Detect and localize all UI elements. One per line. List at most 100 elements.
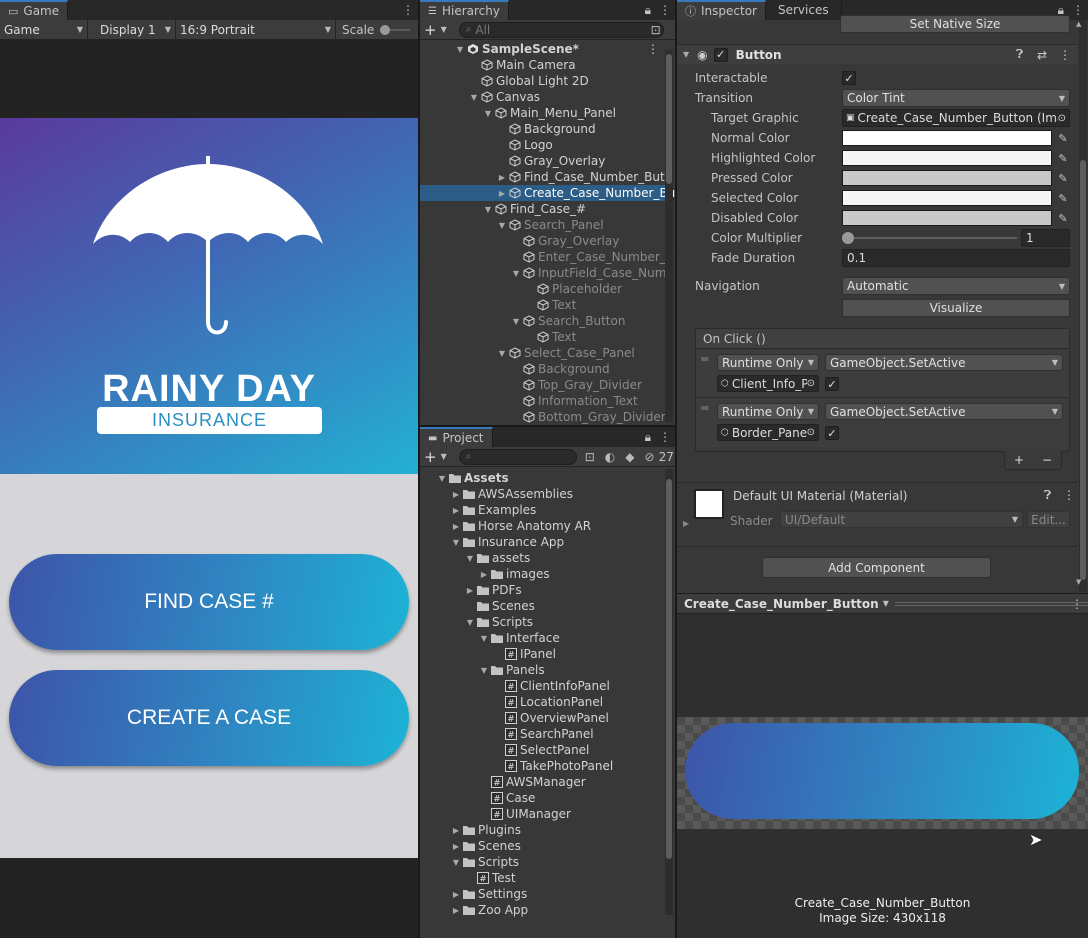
collapsed-arrow-icon[interactable]: ▶ <box>450 522 462 531</box>
fade-duration-input[interactable]: 0.1 <box>842 249 1070 267</box>
tab-game[interactable]: ▭ Game <box>0 0 69 20</box>
selected-color-swatch[interactable] <box>842 190 1052 206</box>
project-item[interactable]: ▼ assets <box>420 550 665 566</box>
interactable-checkbox[interactable]: ✓ <box>842 71 856 85</box>
project-item[interactable]: # IPanel <box>420 646 665 662</box>
hidden-packages-icon[interactable]: ⊘ <box>645 450 655 464</box>
lock-icon[interactable]: 🔒︎ <box>645 430 651 445</box>
drag-handle-icon[interactable]: ═ <box>701 352 708 366</box>
hierarchy-item[interactable]: Background <box>420 121 665 137</box>
expanded-arrow-icon[interactable]: ▼ <box>496 221 508 230</box>
event2-value-checkbox[interactable]: ✓ <box>825 426 839 440</box>
collapsed-arrow-icon[interactable]: ▶ <box>478 570 490 579</box>
shader-dropdown[interactable]: UI/Default ▼ <box>780 511 1023 528</box>
eyedropper-icon[interactable]: ✎ <box>1055 150 1071 166</box>
project-search-input[interactable]: ⌕ <box>458 448 577 465</box>
event1-function-dropdown[interactable]: GameObject.SetActive ▼ <box>825 354 1063 371</box>
expanded-arrow-icon[interactable]: ▼ <box>450 538 462 547</box>
expanded-arrow-icon[interactable]: ▼ <box>496 349 508 358</box>
project-item[interactable]: # LocationPanel <box>420 694 665 710</box>
highlighted-color-swatch[interactable] <box>842 150 1052 166</box>
project-scroll-thumb[interactable] <box>666 479 672 859</box>
target-graphic-field[interactable]: ▣ Create_Case_Number_Button (Imag ⊙ <box>842 109 1070 127</box>
hierarchy-item[interactable]: Logo <box>420 137 665 153</box>
chevron-down-icon[interactable]: ▼ <box>441 25 447 34</box>
hierarchy-item[interactable]: Placeholder <box>420 281 665 297</box>
navigation-dropdown[interactable]: Automatic ▼ <box>842 277 1070 295</box>
hierarchy-item[interactable]: Enter_Case_Number_T <box>420 249 673 265</box>
project-scrollbar[interactable] <box>665 469 673 915</box>
help-icon[interactable]: ❓︎ <box>1016 47 1023 62</box>
color-multiplier-input[interactable]: 1 <box>1021 229 1070 247</box>
project-item[interactable]: ▶ PDFs <box>420 582 665 598</box>
project-item[interactable]: ▶ Plugins <box>420 822 665 838</box>
shader-edit-button[interactable]: Edit... <box>1027 511 1070 528</box>
color-multiplier-slider[interactable] <box>842 232 1017 244</box>
expanded-arrow-icon[interactable]: ▼ <box>464 618 476 627</box>
project-item[interactable]: # OverviewPanel <box>420 710 665 726</box>
collapsed-arrow-icon[interactable]: ▶ <box>450 906 462 915</box>
foldout-arrow-icon[interactable]: ▼ <box>683 50 689 59</box>
project-item[interactable]: # Test <box>420 870 665 886</box>
hierarchy-item[interactable]: Top_Gray_Divider <box>420 377 665 393</box>
hierarchy-item[interactable]: Gray_Overlay <box>420 233 665 249</box>
scale-control[interactable]: Scale <box>336 23 411 37</box>
collapsed-arrow-icon[interactable]: ▶ <box>496 173 508 182</box>
component-menu-icon[interactable]: ⋮ <box>1059 48 1071 62</box>
hierarchy-item[interactable]: ▼ InputField_Case_Numl <box>420 265 670 281</box>
search-by-type-icon[interactable]: ⊡ <box>585 450 595 464</box>
project-item[interactable]: ▼ Scripts <box>420 854 665 870</box>
eyedropper-icon[interactable]: ✎ <box>1055 130 1071 146</box>
label-icon[interactable]: ◆ <box>625 450 634 464</box>
hierarchy-scrollbar[interactable] <box>665 50 673 422</box>
collapsed-arrow-icon[interactable]: ▶ <box>450 826 462 835</box>
hierarchy-item[interactable]: ▼ Search_Panel <box>420 217 665 233</box>
hierarchy-item[interactable]: Information_Text <box>420 393 665 409</box>
expanded-arrow-icon[interactable]: ▼ <box>478 634 490 643</box>
project-item[interactable]: ▼ Scripts <box>420 614 665 630</box>
game-mode-dropdown[interactable]: Game ▼ <box>0 19 88 40</box>
remove-event-icon[interactable]: − <box>1042 453 1052 467</box>
button-component-header[interactable]: ▼ ◉ ✓ Button ❓︎ ⇄ ⋮ <box>677 44 1077 64</box>
hierarchy-item[interactable]: ▼ Canvas <box>420 89 665 105</box>
drag-handle-icon[interactable]: ═ <box>701 401 708 415</box>
scale-slider-thumb[interactable] <box>380 24 391 35</box>
expanded-arrow-icon[interactable]: ▼ <box>454 45 466 54</box>
collapsed-arrow-icon[interactable]: ▶ <box>450 506 462 515</box>
preset-icon[interactable]: ⇄ <box>1037 48 1047 62</box>
object-picker-icon[interactable]: ⊙ <box>1058 113 1066 124</box>
preview-title[interactable]: Create_Case_Number_Button <box>684 597 879 611</box>
more-menu-icon[interactable]: ⋮ <box>659 430 671 444</box>
hierarchy-item[interactable]: ▼ Select_Case_Panel <box>420 345 665 361</box>
foldout-arrow-icon[interactable]: ▶ <box>683 519 689 528</box>
hierarchy-item[interactable]: ▶ Create_Case_Number_Bu <box>420 185 675 201</box>
project-item[interactable]: # AWSManager <box>420 774 665 790</box>
preview-drag-bar[interactable] <box>894 601 1088 606</box>
project-item[interactable]: ▶ Scenes <box>420 838 665 854</box>
expanded-arrow-icon[interactable]: ▼ <box>510 317 522 326</box>
project-item[interactable]: ▶ Zoo App <box>420 902 665 918</box>
hierarchy-item[interactable]: Text <box>420 297 665 313</box>
event2-mode-dropdown[interactable]: Runtime Only ▼ <box>717 403 819 420</box>
eyedropper-icon[interactable]: ✎ <box>1055 170 1071 186</box>
display-dropdown[interactable]: Display 1 ▼ <box>88 19 176 40</box>
hierarchy-item[interactable]: Global Light 2D <box>420 73 665 89</box>
project-item[interactable]: # UIManager <box>420 806 665 822</box>
collapsed-arrow-icon[interactable]: ▶ <box>450 890 462 899</box>
expanded-arrow-icon[interactable]: ▼ <box>464 554 476 563</box>
hierarchy-search-input[interactable]: ⌕ All ⊡ <box>458 21 664 38</box>
collapsed-arrow-icon[interactable]: ▶ <box>464 586 476 595</box>
expanded-arrow-icon[interactable]: ▼ <box>510 269 522 278</box>
project-item[interactable]: Scenes <box>420 598 665 614</box>
aspect-dropdown[interactable]: 16:9 Portrait ▼ <box>176 19 336 40</box>
scroll-up-icon[interactable]: ▲ <box>1076 20 1081 28</box>
event2-target-field[interactable]: ⬡ Border_Pane ⊙ <box>717 424 819 441</box>
expanded-arrow-icon[interactable]: ▼ <box>482 109 494 118</box>
component-enabled-checkbox[interactable]: ✓ <box>713 47 728 62</box>
add-icon[interactable]: + <box>424 448 437 466</box>
hierarchy-item[interactable]: ▶ Find_Case_Number_Butt <box>420 169 669 185</box>
more-menu-icon[interactable]: ⋮ <box>402 3 414 17</box>
project-item[interactable]: ▼ Interface <box>420 630 665 646</box>
hierarchy-scroll-thumb[interactable] <box>666 54 672 184</box>
project-item[interactable]: # TakePhotoPanel <box>420 758 665 774</box>
